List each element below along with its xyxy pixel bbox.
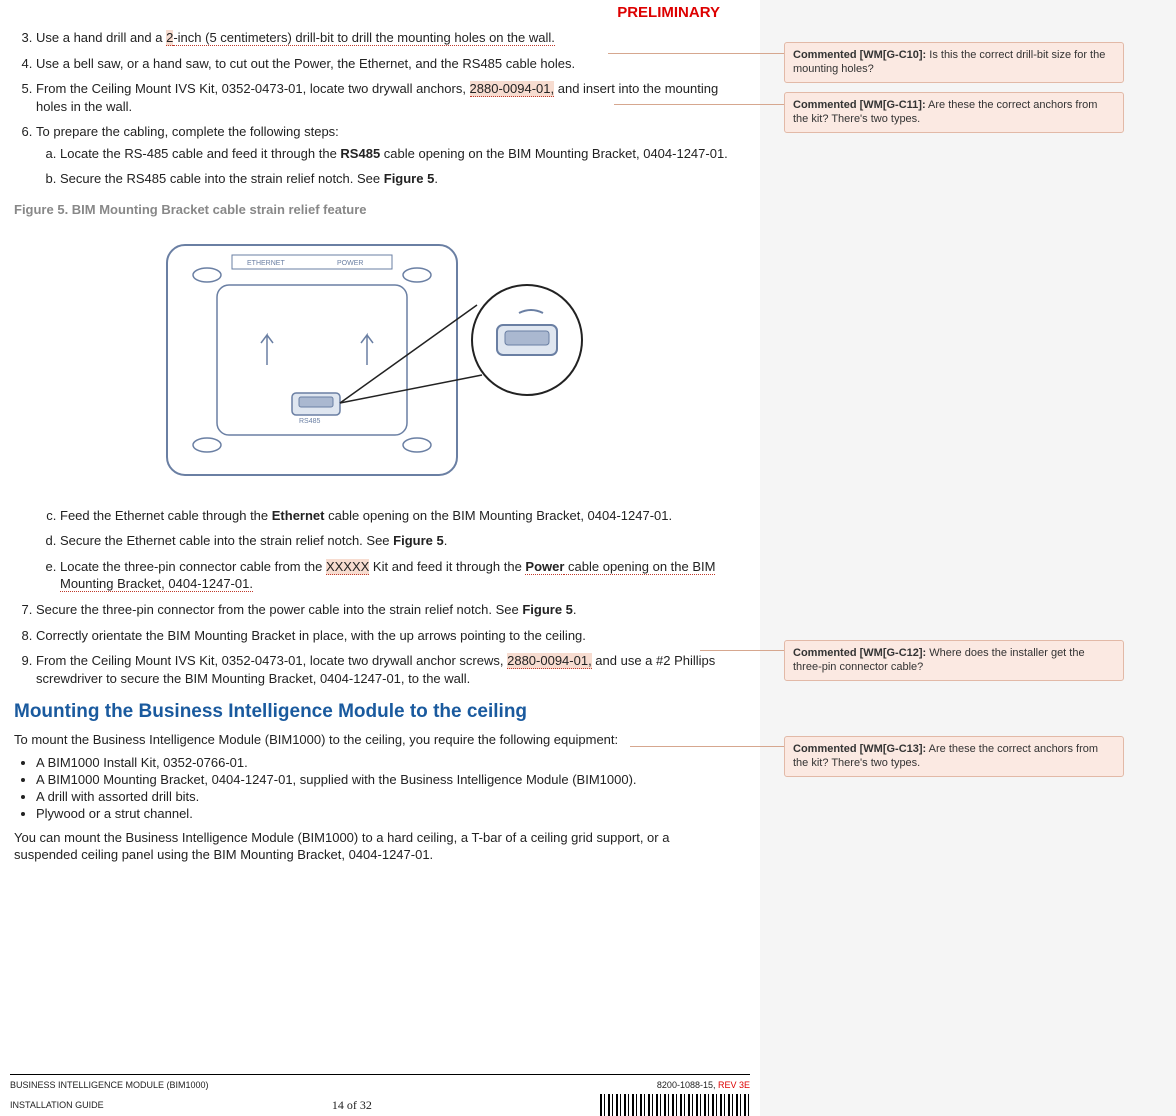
figure-5: ETHERNET POWER RS485	[147, 225, 597, 495]
step-6b: Secure the RS485 cable into the strain r…	[60, 170, 730, 188]
s6a-post: cable opening on the BIM Mounting Bracke…	[380, 146, 728, 161]
equip-3: A drill with assorted drill bits.	[36, 789, 730, 804]
label-rs485: RS485	[299, 418, 321, 425]
s6e-mid: Kit and feed it through the	[369, 559, 525, 574]
step-8: Correctly orientate the BIM Mounting Bra…	[36, 627, 730, 645]
s6b-bold: Figure 5	[384, 171, 435, 186]
connector-c11	[614, 104, 784, 105]
step-6a: Locate the RS-485 cable and feed it thro…	[60, 145, 730, 163]
s7-bold: Figure 5	[522, 602, 573, 617]
step-4: Use a bell saw, or a hand saw, to cut ou…	[36, 55, 730, 73]
step-5-pre: From the Ceiling Mount IVS Kit, 0352-047…	[36, 81, 470, 96]
s9-pre: From the Ceiling Mount IVS Kit, 0352-047…	[36, 653, 507, 668]
footer-left1: BUSINESS INTELLIGENCE MODULE (BIM1000)	[10, 1079, 209, 1092]
s6b-pre: Secure the RS485 cable into the strain r…	[60, 171, 384, 186]
label-power: POWER	[337, 260, 363, 267]
s6c-post: cable opening on the BIM Mounting Bracke…	[325, 508, 673, 523]
s6c-bold: Ethernet	[272, 508, 325, 523]
s6c-pre: Feed the Ethernet cable through the	[60, 508, 272, 523]
c11-id: Commented [WM[G-C11]:	[793, 99, 926, 111]
footer: BUSINESS INTELLIGENCE MODULE (BIM1000) 8…	[10, 1074, 750, 1116]
step-9: From the Ceiling Mount IVS Kit, 0352-047…	[36, 652, 730, 687]
s6d-post: .	[444, 533, 448, 548]
equip-1: A BIM1000 Install Kit, 0352-0766-01.	[36, 755, 730, 770]
s6d-bold: Figure 5	[393, 533, 444, 548]
s6e-hl: XXXXX	[326, 559, 369, 575]
preliminary-stamp: PRELIMINARY	[10, 0, 750, 25]
c13-id: Commented [WM[G-C13]:	[793, 743, 926, 755]
connector-c12	[700, 650, 784, 651]
step-5: From the Ceiling Mount IVS Kit, 0352-047…	[36, 80, 730, 115]
s7-pre: Secure the three-pin connector from the …	[36, 602, 522, 617]
step-6: To prepare the cabling, complete the fol…	[36, 123, 730, 188]
step-5-hl: 2880-0094-01,	[470, 81, 555, 97]
comments-gutter	[760, 0, 1176, 1116]
label-ethernet: ETHERNET	[247, 260, 285, 267]
footer-docnum: 8200-1088-15,	[657, 1080, 718, 1090]
step-3: Use a hand drill and a 2-inch (5 centime…	[36, 29, 730, 47]
step-7: Secure the three-pin connector from the …	[36, 601, 730, 619]
s6e-bold: Power	[525, 559, 564, 575]
comment-c11[interactable]: Commented [WM[G-C11]: Are these the corr…	[784, 92, 1124, 133]
connector-c10	[608, 53, 784, 54]
s6d-pre: Secure the Ethernet cable into the strai…	[60, 533, 393, 548]
equip-4: Plywood or a strut channel.	[36, 806, 730, 821]
connector-c13	[630, 746, 784, 747]
footer-left2: INSTALLATION GUIDE	[10, 1099, 104, 1112]
footer-rev: REV 3E	[718, 1080, 750, 1090]
bracket-illustration: ETHERNET POWER RS485	[147, 225, 597, 495]
s6a-bold: RS485	[340, 146, 380, 161]
s6a-pre: Locate the RS-485 cable and feed it thro…	[60, 146, 340, 161]
figure-caption: Figure 5. BIM Mounting Bracket cable str…	[14, 202, 730, 217]
comment-c12[interactable]: Commented [WM[G-C12]: Where does the ins…	[784, 640, 1124, 681]
s9-hl: 2880-0094-01,	[507, 653, 592, 669]
c10-id: Commented [WM[G-C10]:	[793, 49, 926, 61]
section-heading: Mounting the Business Intelligence Modul…	[14, 701, 730, 723]
page: PRELIMINARY Use a hand drill and a 2-inc…	[0, 0, 760, 1116]
section-intro: To mount the Business Intelligence Modul…	[14, 731, 730, 749]
step-6-text: To prepare the cabling, complete the fol…	[36, 124, 339, 139]
c12-id: Commented [WM[G-C12]:	[793, 647, 926, 659]
equipment-list: A BIM1000 Install Kit, 0352-0766-01. A B…	[14, 755, 730, 821]
step-6-sub-cont: Feed the Ethernet cable through the Ethe…	[36, 507, 730, 593]
page-number: 14 of 32	[332, 1097, 372, 1114]
s7-post: .	[573, 602, 577, 617]
main-steps-cont: Secure the three-pin connector from the …	[14, 601, 730, 687]
step-6e: Locate the three-pin connector cable fro…	[60, 558, 730, 593]
step-3-pre: Use a hand drill and a	[36, 30, 166, 45]
barcode-icon	[600, 1094, 750, 1116]
s6e-pre: Locate the three-pin connector cable fro…	[60, 559, 326, 574]
step-6-sub: Locate the RS-485 cable and feed it thro…	[36, 145, 730, 188]
comment-c10[interactable]: Commented [WM[G-C10]: Is this the correc…	[784, 42, 1124, 83]
step-6c: Feed the Ethernet cable through the Ethe…	[60, 507, 730, 525]
footer-right1: 8200-1088-15, REV 3E	[657, 1079, 750, 1092]
equip-2: A BIM1000 Mounting Bracket, 0404-1247-01…	[36, 772, 730, 787]
comment-c13[interactable]: Commented [WM[G-C13]: Are these the corr…	[784, 736, 1124, 777]
body: Use a hand drill and a 2-inch (5 centime…	[10, 29, 750, 864]
section-outro: You can mount the Business Intelligence …	[14, 829, 730, 864]
step-3-link: -inch (5 centimeters) drill-bit to drill…	[173, 30, 555, 46]
s6b-post: .	[434, 171, 438, 186]
step-6d: Secure the Ethernet cable into the strai…	[60, 532, 730, 550]
